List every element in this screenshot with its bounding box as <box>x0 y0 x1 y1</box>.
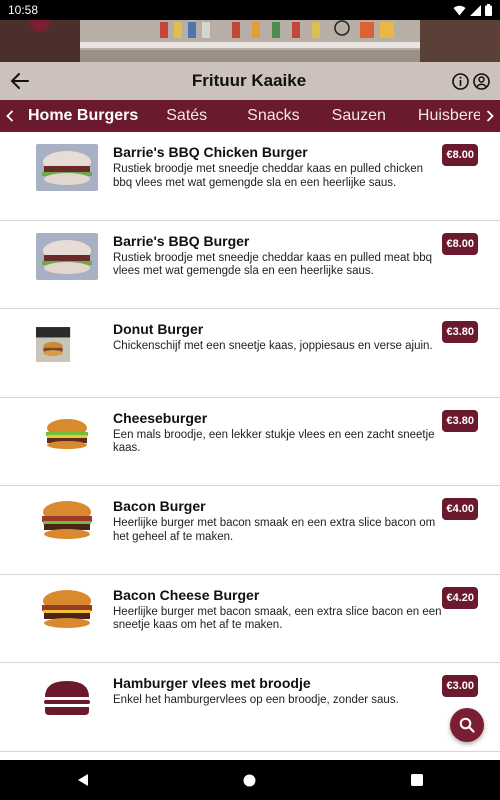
item-description: Heerlijke burger met bacon smaak en een … <box>113 517 436 543</box>
status-bar: 10:58 <box>0 0 500 20</box>
triangle-back-icon <box>78 774 89 786</box>
arrow-left-icon <box>11 73 29 89</box>
item-description: Rustiek broodje met sneedje cheddar kaas… <box>113 163 424 189</box>
tab-sauzen[interactable]: Sauzen <box>312 107 398 125</box>
system-nav-bar <box>0 760 500 800</box>
list-item[interactable]: Donut Burger Chickenschijf met een sneet… <box>0 309 500 398</box>
price-badge: €8.00 <box>442 144 478 166</box>
item-name: Hamburger vlees met broodje <box>113 675 311 691</box>
item-name: Barrie's BBQ Burger <box>113 232 250 249</box>
page-title: Frituur Kaaike <box>191 71 307 90</box>
app-header: Frituur Kaaike <box>0 20 500 100</box>
item-description: Chickenschijf met een sneetje kaas, jopp… <box>113 340 433 352</box>
tab-huisbereid[interactable]: Huisbereid <box>398 107 480 125</box>
price-badge: €4.00 <box>442 498 478 520</box>
list-item[interactable]: Barrie's BBQ Chicken Burger Rustiek broo… <box>0 132 500 221</box>
item-name: Bacon Cheese Burger <box>113 586 260 603</box>
tab-snacks[interactable]: Snacks <box>219 107 311 125</box>
list-item[interactable]: Hamburger vlees met broodje Enkel het ha… <box>0 663 500 752</box>
price-badge: €8.00 <box>442 232 478 255</box>
category-tab-bar: Home Burgers Satés Snacks Sauzen Huisber… <box>0 100 500 132</box>
nav-recents-button[interactable] <box>397 760 437 800</box>
item-name: Cheeseburger <box>113 409 208 426</box>
account-icon[interactable] <box>473 72 490 90</box>
price-badge: €3.80 <box>442 409 478 432</box>
search-icon <box>459 717 475 733</box>
tab-sates[interactable]: Satés <box>154 107 219 125</box>
scroll-right-button[interactable] <box>480 100 500 132</box>
bbq-burger-photo <box>36 144 98 191</box>
status-icons <box>453 4 492 16</box>
header-actions <box>450 72 500 90</box>
square-recents-icon <box>410 774 423 786</box>
status-time: 10:58 <box>8 3 39 17</box>
header-toolbar: Frituur Kaaike <box>0 62 500 100</box>
circle-home-icon <box>243 774 256 786</box>
signal-icon <box>470 4 481 16</box>
bbq-burger-photo <box>36 232 98 280</box>
price-badge: €3.80 <box>442 321 478 343</box>
info-icon[interactable] <box>452 72 469 90</box>
tab-home-burgers[interactable]: Home Burgers <box>20 107 154 125</box>
item-description: Rustiek broodje met sneedje cheddar kaas… <box>113 251 433 278</box>
nav-home-button[interactable] <box>230 760 270 800</box>
list-item[interactable]: Bacon Burger Heerlijke burger met bacon … <box>0 486 500 575</box>
item-description: Een mals broodje, een lekker stukje vlee… <box>113 428 435 455</box>
price-badge: €3.00 <box>442 675 478 697</box>
scroll-left-button[interactable] <box>0 100 20 132</box>
battery-icon <box>485 4 492 16</box>
category-tabs: Home Burgers Satés Snacks Sauzen Huisber… <box>20 107 480 125</box>
chevron-right-icon <box>486 110 494 122</box>
price-badge: €4.20 <box>442 586 478 609</box>
nav-back-button[interactable] <box>63 760 103 800</box>
donut-burger-photo <box>36 327 71 362</box>
item-description: Heerlijke burger met bacon smaak, een ex… <box>113 605 442 632</box>
item-name: Bacon Burger <box>113 498 206 514</box>
item-description: Enkel het hamburgervlees op een broodje,… <box>113 694 399 706</box>
list-item[interactable]: Cheeseburger Een mals broodje, een lekke… <box>0 398 500 486</box>
bacon-burger-photo <box>36 498 98 545</box>
wifi-icon <box>453 5 466 15</box>
list-item[interactable]: Barrie's BBQ Burger Rustiek broodje met … <box>0 221 500 309</box>
back-button[interactable] <box>0 62 40 100</box>
list-item[interactable]: Bacon Cheese Burger Heerlijke burger met… <box>0 575 500 663</box>
cheeseburger-photo <box>36 409 98 457</box>
chevron-left-icon <box>6 110 14 122</box>
item-name: Donut Burger <box>113 321 204 337</box>
bacon-cheese-burger-photo <box>36 586 98 634</box>
search-button[interactable] <box>450 708 484 742</box>
burger-icon <box>36 675 98 722</box>
product-list: Barrie's BBQ Chicken Burger Rustiek broo… <box>0 132 500 760</box>
item-name: Barrie's BBQ Chicken Burger <box>113 144 308 160</box>
